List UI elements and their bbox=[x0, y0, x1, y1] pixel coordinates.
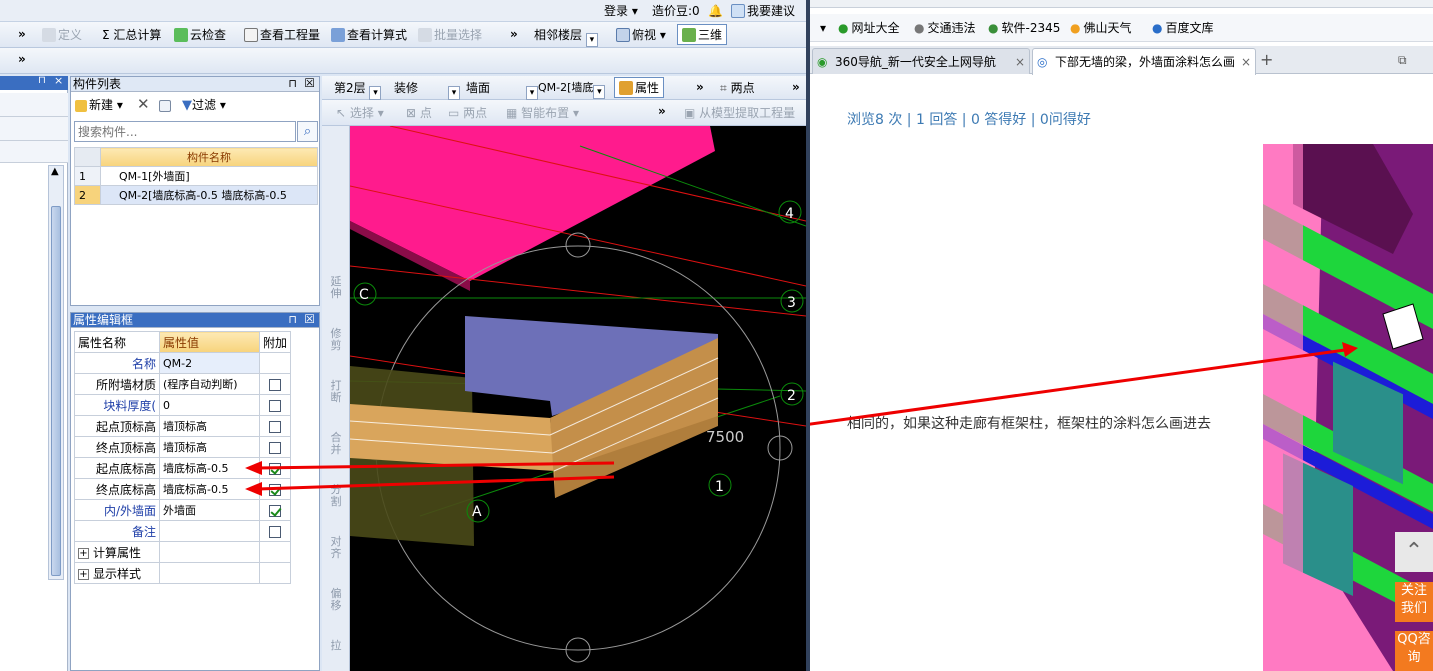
browser-window: ▾ ● 网址大全 ● 交通违法 ● 软件-2345 ● 佛山天气 ● 百度文库 ◉ 360导航_新… bbox=[810, 0, 1433, 671]
red-arrow bbox=[810, 348, 1346, 426]
arrow-head bbox=[245, 482, 262, 496]
annotation-arrows bbox=[810, 342, 1358, 426]
annotation-arrows bbox=[245, 461, 615, 496]
red-arrow bbox=[257, 461, 615, 470]
red-arrow bbox=[257, 475, 615, 491]
arrow-head bbox=[1342, 342, 1358, 357]
back-to-top-button[interactable]: ⌃ bbox=[1395, 532, 1433, 572]
arrow-up-icon: ⌃ bbox=[1404, 539, 1424, 564]
follow-us-button[interactable]: 关注我们 bbox=[1395, 582, 1433, 622]
qq-consult-button[interactable]: QQ咨询 bbox=[1395, 631, 1433, 671]
arrow-head bbox=[245, 461, 262, 475]
gcl-app-window: 登录 ▾ 造价豆:0 🔔 我要建议 » 定义 Σ 汇总计算 云检查 查看工程量 … bbox=[0, 0, 808, 671]
